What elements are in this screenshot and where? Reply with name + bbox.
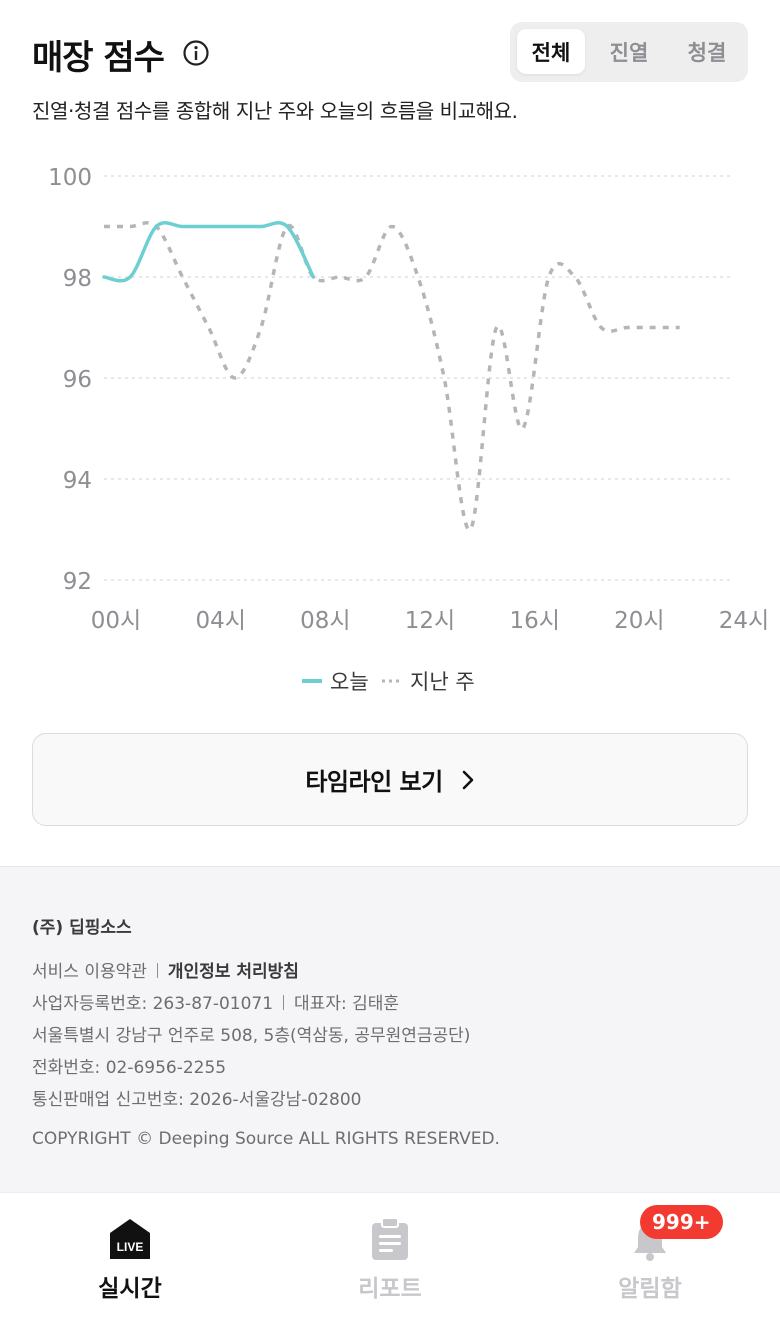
page-title: 매장 점수 — [32, 38, 165, 78]
svg-text:LIVE: LIVE — [117, 1240, 144, 1254]
x-tick-label: 08시 — [300, 608, 350, 634]
clipboard-icon — [372, 1217, 408, 1260]
y-tick-label: 98 — [63, 266, 92, 292]
x-tick-label: 16시 — [509, 608, 559, 634]
score-line-chart: 92 94 96 98 100 00시 04시 08시 12시 16시 20시 24시 오늘 지난 주 — [48, 165, 769, 694]
filter-segmented-control: 전체 진열 청결 — [510, 22, 748, 82]
tab-live[interactable]: LIVE 실시간 — [30, 1193, 230, 1328]
series-line-today — [102, 221, 316, 283]
segment-display[interactable]: 진열 — [595, 29, 663, 74]
chevron-right-icon — [462, 770, 473, 789]
tab-report-label: 리포트 — [358, 1276, 422, 1302]
company-footer: (주) 딥핑소스 서비스 이용약관 개인정보 처리방침 사업자등록번호: 263-… — [0, 866, 780, 1192]
chart-description: 진열·청결 점수를 종합해 지난 주와 오늘의 흐름을 비교해요. — [32, 99, 518, 123]
footer-copyright: COPYRIGHT © Deeping Source ALL RIGHTS RE… — [32, 1129, 500, 1149]
y-tick-label: 100 — [48, 165, 92, 191]
y-tick-label: 92 — [63, 569, 92, 595]
tab-notifications[interactable]: 999+ 알림함 — [550, 1193, 750, 1328]
tab-notifications-label: 알림함 — [618, 1276, 682, 1302]
divider — [156, 963, 158, 978]
segment-cleanliness[interactable]: 청결 — [673, 29, 741, 74]
x-tick-label: 24시 — [719, 608, 769, 634]
series-line-last-week — [104, 221, 680, 532]
timeline-button-label: 타임라인 보기 — [305, 768, 443, 796]
footer-company-name: (주) 딥핑소스 — [32, 918, 132, 938]
footer-business-info: 사업자등록번호: 263-87-01071 대표자: 김태훈 — [32, 989, 399, 1014]
y-tick-label: 96 — [63, 367, 92, 393]
terms-link[interactable]: 서비스 이용약관 — [32, 962, 147, 982]
timeline-view-button[interactable]: 타임라인 보기 — [32, 733, 748, 826]
footer-address: 서울특별시 강남구 언주로 508, 5층(역삼동, 공무원연금공단) — [32, 1026, 471, 1046]
bottom-tab-bar: LIVE 실시간 리포트 999+ 알림함 — [0, 1192, 780, 1328]
legend-label-today: 오늘 — [330, 670, 369, 694]
business-number: 사업자등록번호: 263-87-01071 — [32, 994, 274, 1014]
footer-phone: 전화번호: 02-6956-2255 — [32, 1058, 227, 1078]
footer-links: 서비스 이용약관 개인정보 처리방침 — [32, 957, 299, 982]
notification-count-badge: 999+ — [640, 1205, 723, 1239]
x-tick-label: 12시 — [405, 608, 455, 634]
y-tick-label: 94 — [63, 468, 92, 494]
ceo-name: 대표자: 김태훈 — [294, 994, 400, 1014]
chart-header: 매장 점수 전체 진열 청결 — [32, 22, 748, 88]
privacy-link[interactable]: 개인정보 처리방침 — [168, 962, 299, 982]
tab-report[interactable]: 리포트 — [290, 1193, 490, 1328]
segment-all[interactable]: 전체 — [517, 29, 585, 74]
x-tick-label: 04시 — [195, 608, 245, 634]
footer-mail-order: 통신판매업 신고번호: 2026-서울강남-02800 — [32, 1090, 362, 1110]
legend-label-last-week: 지난 주 — [410, 670, 475, 694]
tab-live-label: 실시간 — [98, 1276, 162, 1302]
x-tick-label: 00시 — [91, 608, 141, 634]
x-tick-label: 20시 — [614, 608, 664, 634]
divider — [283, 995, 285, 1010]
live-house-icon: LIVE — [110, 1219, 150, 1259]
info-icon[interactable] — [182, 39, 210, 67]
